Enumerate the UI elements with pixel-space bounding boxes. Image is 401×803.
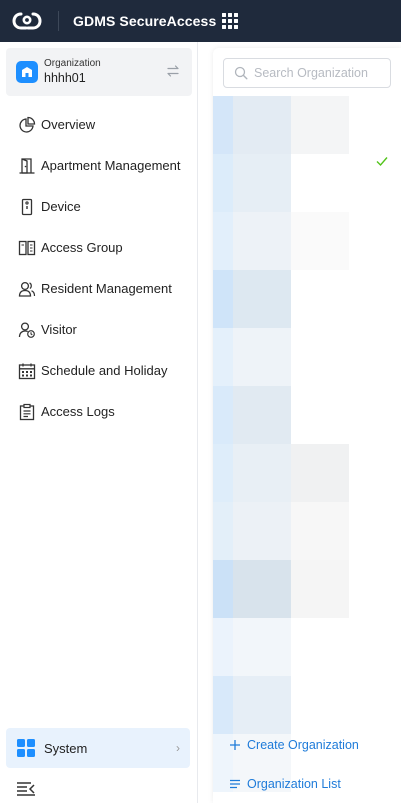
organization-label: Organization (44, 58, 101, 69)
sidebar-item-label: Overview (41, 117, 96, 132)
redacted-block (233, 386, 291, 444)
gdms-logo-icon[interactable] (12, 9, 42, 33)
list-icon (230, 779, 240, 789)
redacted-block (213, 212, 233, 270)
sidebar-item-system[interactable]: System › (6, 728, 190, 768)
redacted-block (233, 502, 291, 560)
organization-row[interactable] (213, 212, 401, 270)
sidebar-item-overview[interactable]: Overview (0, 104, 198, 145)
organization-panel: Create Organization Organization List (213, 48, 401, 803)
organization-row[interactable] (213, 154, 401, 212)
app-grid-icon[interactable] (222, 13, 239, 29)
sidebar-item-apartment-management[interactable]: Apartment Management (0, 145, 198, 186)
redacted-block (233, 270, 291, 328)
redacted-block (233, 328, 291, 386)
access-group-icon (18, 239, 36, 257)
organization-row[interactable] (213, 618, 401, 676)
search-box (223, 58, 391, 88)
sidebar-item-visitor[interactable]: Visitor (0, 309, 198, 350)
redacted-block (291, 502, 349, 560)
device-icon (18, 198, 36, 216)
log-icon (18, 403, 36, 421)
visitor-icon (18, 321, 36, 339)
organization-row[interactable] (213, 386, 401, 444)
redacted-block (213, 502, 233, 560)
sidebar-item-resident-management[interactable]: Resident Management (0, 268, 198, 309)
redacted-block (291, 154, 349, 212)
sidebar-item-label: Access Logs (41, 404, 115, 419)
pie-chart-icon (18, 116, 36, 134)
organization-row[interactable] (213, 328, 401, 386)
search-icon (234, 66, 248, 80)
system-icon (17, 739, 35, 757)
sidebar-item-label: Visitor (41, 322, 77, 337)
sidebar-item-label: Device (41, 199, 81, 214)
redacted-block (291, 386, 349, 444)
organization-icon (16, 61, 38, 83)
organization-list (213, 96, 401, 792)
organization-row[interactable] (213, 676, 401, 734)
redacted-block (291, 328, 349, 386)
redacted-block (233, 560, 291, 618)
organization-list-button[interactable]: Organization List (229, 777, 341, 791)
organization-row[interactable] (213, 560, 401, 618)
redacted-block (213, 676, 233, 734)
header-divider (58, 11, 59, 31)
sidebar-item-schedule-and-holiday[interactable]: Schedule and Holiday (0, 350, 198, 391)
swap-icon[interactable] (166, 64, 180, 78)
top-header: GDMS SecureAccess (0, 0, 401, 42)
app-title: GDMS SecureAccess (73, 13, 217, 29)
organization-row[interactable] (213, 444, 401, 502)
sidebar-item-label: Schedule and Holiday (41, 363, 168, 378)
redacted-block (213, 560, 233, 618)
create-organization-label: Create Organization (247, 738, 359, 752)
redacted-block (213, 618, 233, 676)
plus-icon (230, 740, 240, 750)
users-icon (18, 280, 36, 298)
redacted-block (291, 270, 349, 328)
collapse-menu-icon[interactable] (16, 781, 36, 797)
redacted-block (213, 444, 233, 502)
chevron-right-icon: › (176, 741, 180, 755)
organization-row[interactable] (213, 502, 401, 560)
redacted-block (233, 212, 291, 270)
redacted-block (291, 96, 349, 154)
organization-row[interactable] (213, 270, 401, 328)
check-icon (376, 157, 388, 167)
sidebar-item-label: System (44, 740, 88, 756)
redacted-block (233, 96, 291, 154)
search-organization-input[interactable] (254, 66, 384, 80)
door-icon (18, 157, 36, 175)
redacted-block (233, 676, 291, 734)
organization-name: hhhh01 (44, 71, 86, 85)
redacted-block (233, 154, 291, 212)
organization-switcher[interactable]: Organization hhhh01 (6, 48, 192, 96)
redacted-block (213, 386, 233, 444)
redacted-block (213, 270, 233, 328)
redacted-block (291, 560, 349, 618)
sidebar-item-label: Resident Management (41, 281, 172, 296)
redacted-block (291, 212, 349, 270)
sidebar-item-label: Apartment Management (41, 158, 181, 173)
sidebar-nav: Overview Apartment Management Device Acc… (0, 104, 198, 432)
organization-list-label: Organization List (247, 777, 341, 791)
sidebar-item-access-logs[interactable]: Access Logs (0, 391, 198, 432)
sidebar: Organization hhhh01 Overview Apartment M… (0, 42, 198, 803)
redacted-block (213, 328, 233, 386)
redacted-block (291, 618, 349, 676)
redacted-block (213, 154, 233, 212)
redacted-block (213, 96, 233, 154)
calendar-icon (18, 362, 36, 380)
sidebar-item-label: Access Group (41, 240, 123, 255)
create-organization-button[interactable]: Create Organization (229, 738, 359, 752)
redacted-block (233, 444, 291, 502)
sidebar-item-access-group[interactable]: Access Group (0, 227, 198, 268)
redacted-block (291, 444, 349, 502)
redacted-block (291, 676, 349, 734)
sidebar-item-device[interactable]: Device (0, 186, 198, 227)
redacted-block (233, 618, 291, 676)
organization-row[interactable] (213, 96, 401, 154)
